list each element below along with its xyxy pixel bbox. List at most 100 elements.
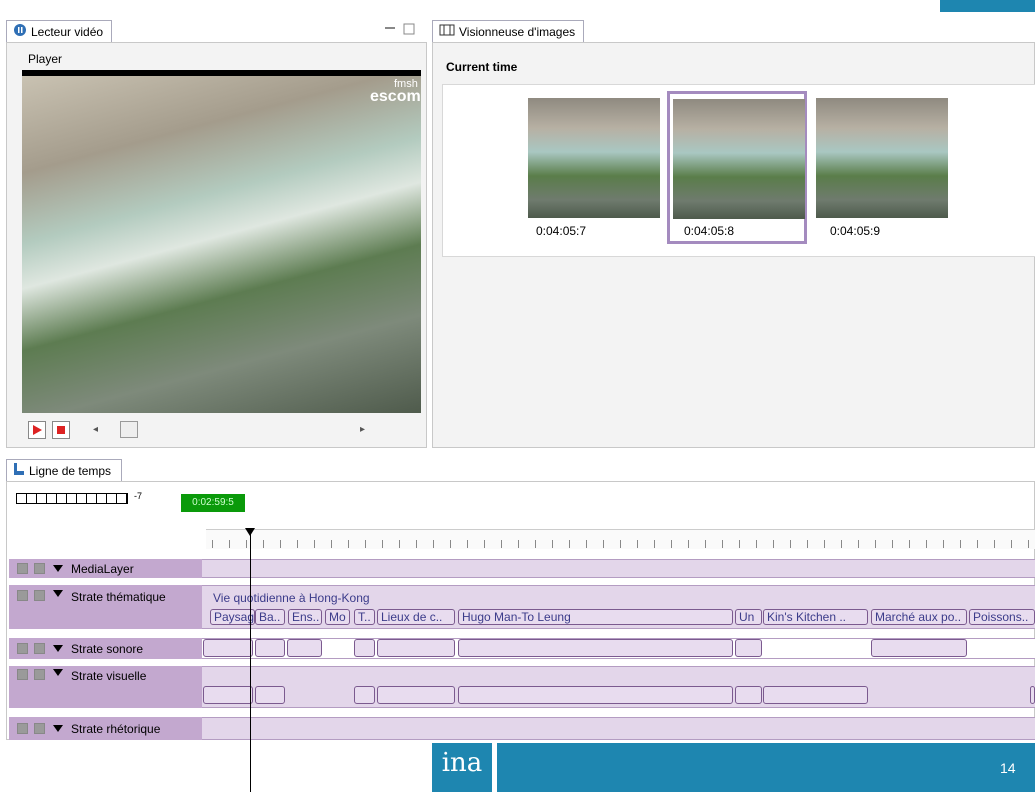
tab-label: Lecteur vidéo bbox=[31, 24, 104, 39]
segment[interactable] bbox=[377, 639, 455, 657]
ruler-tick bbox=[977, 540, 978, 548]
segment[interactable] bbox=[1030, 686, 1035, 704]
frame-thumbnail[interactable]: 0:04:05:7 bbox=[528, 98, 660, 238]
frame-thumbnail-selected[interactable]: 0:04:05:8 bbox=[667, 91, 807, 244]
segment[interactable]: Un bbox=[735, 609, 762, 625]
tab-ligne-de-temps[interactable]: Ligne de temps bbox=[6, 459, 122, 481]
ruler-tick bbox=[807, 540, 808, 548]
segment[interactable] bbox=[458, 686, 733, 704]
tab-label: Ligne de temps bbox=[29, 463, 112, 478]
frame-image bbox=[528, 98, 660, 218]
video-image bbox=[22, 76, 421, 413]
segment[interactable]: Kin's Kitchen .. bbox=[763, 609, 868, 625]
ruler-tick bbox=[450, 540, 451, 548]
ruler-tick bbox=[688, 540, 689, 548]
ina-logo: ina bbox=[432, 743, 492, 792]
layer-strate-visuelle[interactable]: Strate visuelle bbox=[9, 666, 202, 708]
frame-time: 0:04:05:7 bbox=[536, 224, 587, 238]
segment[interactable]: Mo bbox=[325, 609, 350, 625]
ruler-tick bbox=[416, 540, 417, 548]
ruler-tick bbox=[280, 540, 281, 548]
playhead-line bbox=[250, 532, 251, 792]
layer-strate-rhetorique[interactable]: Strate rhétorique bbox=[9, 717, 202, 740]
expand-icon[interactable] bbox=[53, 725, 63, 732]
segment[interactable] bbox=[354, 686, 375, 704]
stop-button[interactable] bbox=[52, 421, 70, 439]
current-time-display: 0:02:59:5 bbox=[181, 494, 245, 512]
ruler-tick bbox=[875, 540, 876, 548]
remove-icon[interactable] bbox=[34, 643, 45, 654]
segment[interactable] bbox=[354, 639, 375, 657]
add-icon[interactable] bbox=[17, 723, 28, 734]
segment[interactable] bbox=[255, 639, 285, 657]
add-icon[interactable] bbox=[17, 643, 28, 654]
layer-band bbox=[202, 559, 1035, 578]
segment[interactable]: Hugo Man-To Leung bbox=[458, 609, 733, 625]
segment[interactable] bbox=[255, 686, 285, 704]
remove-icon[interactable] bbox=[34, 563, 45, 574]
zoom-slider[interactable] bbox=[16, 493, 128, 504]
layer-label: MediaLayer bbox=[71, 561, 134, 576]
segment[interactable] bbox=[735, 639, 762, 657]
watermark-escom: escom bbox=[370, 88, 421, 105]
remove-icon[interactable] bbox=[34, 723, 45, 734]
film-strip-icon bbox=[439, 24, 455, 39]
tab-lecteur-video[interactable]: Lecteur vidéo bbox=[6, 20, 112, 42]
ruler-tick bbox=[637, 540, 638, 548]
ruler-tick bbox=[229, 540, 230, 548]
add-icon[interactable] bbox=[17, 590, 28, 601]
ruler-tick bbox=[603, 540, 604, 548]
ruler-tick bbox=[586, 540, 587, 548]
add-icon[interactable] bbox=[17, 563, 28, 574]
scroll-thumb[interactable] bbox=[120, 421, 138, 438]
ruler-tick bbox=[569, 540, 570, 548]
minimize-icon[interactable] bbox=[384, 23, 396, 35]
layer-medialayer[interactable]: MediaLayer bbox=[9, 559, 202, 578]
expand-icon[interactable] bbox=[53, 565, 63, 572]
segment[interactable] bbox=[763, 686, 868, 704]
expand-icon[interactable] bbox=[53, 645, 63, 652]
expand-icon[interactable] bbox=[53, 590, 63, 597]
layer-strate-sonore[interactable]: Strate sonore bbox=[9, 638, 202, 659]
ruler-tick bbox=[722, 540, 723, 548]
ruler-tick bbox=[246, 540, 247, 548]
segment[interactable]: Marché aux po.. bbox=[871, 609, 967, 625]
ruler-tick bbox=[654, 540, 655, 548]
play-button[interactable] bbox=[28, 421, 46, 439]
add-icon[interactable] bbox=[17, 669, 28, 680]
segment[interactable]: Lieux de c.. bbox=[377, 609, 455, 625]
layer-label: Strate sonore bbox=[71, 641, 144, 656]
frame-time: 0:04:05:8 bbox=[684, 224, 735, 238]
ruler-tick bbox=[620, 540, 621, 548]
ruler-tick bbox=[892, 540, 893, 548]
tab-visionneuse[interactable]: Visionneuse d'images bbox=[432, 20, 584, 42]
segment[interactable] bbox=[287, 639, 322, 657]
ruler-tick bbox=[1011, 540, 1012, 548]
layer-strate-thematique[interactable]: Strate thématique bbox=[9, 585, 202, 629]
expand-icon[interactable] bbox=[53, 669, 63, 676]
current-time-label: Current time bbox=[446, 60, 518, 74]
segment[interactable]: Paysag bbox=[210, 609, 255, 625]
ruler-tick bbox=[739, 540, 740, 548]
segment[interactable] bbox=[203, 639, 253, 657]
segment[interactable]: Ens.. bbox=[288, 609, 322, 625]
segment[interactable] bbox=[735, 686, 762, 704]
maximize-icon[interactable] bbox=[403, 23, 415, 35]
ruler-tick bbox=[433, 540, 434, 548]
segment[interactable] bbox=[203, 686, 253, 704]
segment[interactable]: Ba.. bbox=[255, 609, 285, 625]
remove-icon[interactable] bbox=[34, 669, 45, 680]
segment[interactable] bbox=[458, 639, 733, 657]
segment[interactable] bbox=[871, 639, 967, 657]
frame-thumbnail[interactable]: 0:04:05:9 bbox=[816, 98, 948, 238]
segment[interactable]: T.. bbox=[354, 609, 375, 625]
scroll-left-icon[interactable]: ◂ bbox=[93, 424, 98, 435]
timeline-icon bbox=[13, 462, 25, 479]
scroll-right-icon[interactable]: ▸ bbox=[360, 424, 365, 435]
ruler-tick bbox=[858, 540, 859, 548]
remove-icon[interactable] bbox=[34, 590, 45, 601]
segment[interactable]: Poissons.. bbox=[969, 609, 1035, 625]
layer-band bbox=[202, 717, 1035, 740]
ruler-tick bbox=[671, 540, 672, 548]
segment[interactable] bbox=[377, 686, 455, 704]
